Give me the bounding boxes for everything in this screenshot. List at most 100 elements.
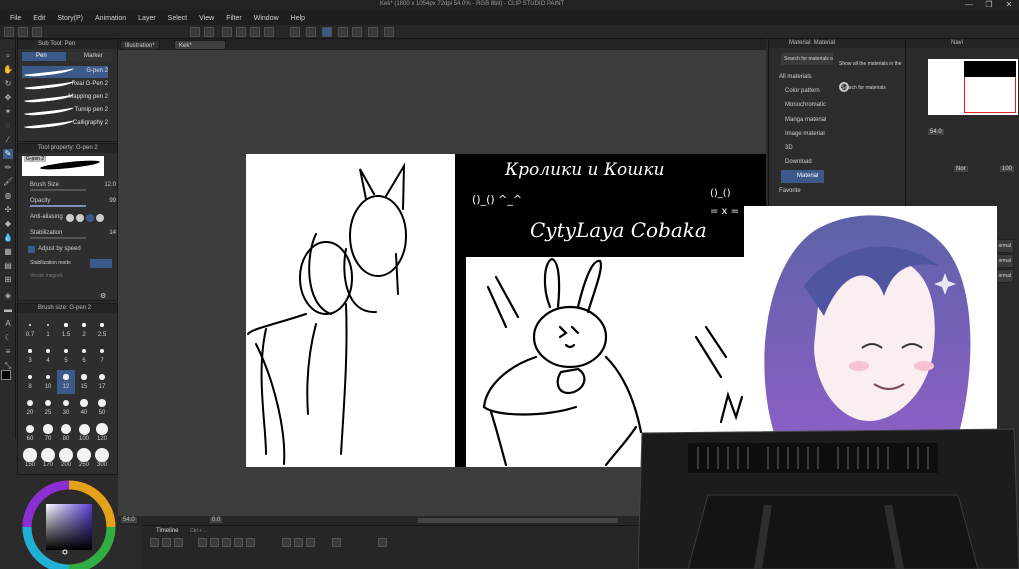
menu-filter[interactable]: Filter	[220, 15, 248, 22]
zoom-value[interactable]: 54.0	[121, 517, 137, 523]
stabilization-row[interactable]: Stabilization 14	[26, 228, 120, 240]
brush-size-option[interactable]: 25	[39, 396, 57, 420]
brush-item-turnip-pen[interactable]: Turnip pen 2	[22, 104, 108, 117]
pencil-icon[interactable]: ✏	[3, 163, 13, 173]
lasso-icon[interactable]: ◌	[3, 121, 13, 131]
snap-special-icon[interactable]	[338, 27, 348, 37]
tl-key-icon[interactable]	[378, 538, 387, 547]
brush-size-option[interactable]: 30	[57, 396, 75, 420]
menu-window[interactable]: Window	[248, 15, 285, 22]
brush-size-option[interactable]: 60	[21, 422, 39, 446]
tree-image-material[interactable]: Image material	[785, 128, 825, 141]
sketch-panel-left[interactable]	[246, 154, 455, 467]
brush-size-option[interactable]: 80	[57, 422, 75, 446]
brush-size-option[interactable]: 100	[75, 422, 93, 446]
tab-pen[interactable]: Pen	[22, 52, 66, 61]
brush-size-option[interactable]: 250	[75, 448, 93, 472]
brush-size-option[interactable]: 2	[75, 318, 93, 342]
brush-size-option[interactable]: 4	[39, 344, 57, 368]
tl-prev-icon[interactable]	[210, 538, 219, 547]
line-icon[interactable]: ≡	[3, 347, 13, 357]
save-icon[interactable]	[32, 27, 42, 37]
tree-3d[interactable]: 3D	[785, 142, 793, 155]
stabilization-mode-row[interactable]: Stabilization mode	[26, 258, 120, 270]
tree-favorite[interactable]: Favorite	[779, 185, 801, 198]
wand-icon[interactable]: ✶	[3, 107, 13, 117]
tab-kek[interactable]: Kek*	[174, 40, 226, 50]
tl-camera-icon[interactable]	[306, 538, 315, 547]
brush-size-option[interactable]: 10	[39, 370, 57, 394]
transform-icon[interactable]	[236, 27, 246, 37]
brush-size-option[interactable]: 17	[93, 370, 111, 394]
ruler-icon[interactable]: ⊞	[3, 275, 13, 285]
brush-size-option[interactable]: 1.5	[57, 318, 75, 342]
undo-icon[interactable]	[190, 27, 200, 37]
brush-icon[interactable]: 🖌	[3, 177, 13, 187]
show-all-materials[interactable]: Show all the materials in the	[839, 61, 902, 67]
open-icon[interactable]	[18, 27, 28, 37]
brush-size-option[interactable]: 170	[39, 448, 57, 472]
tl-onion-icon[interactable]	[282, 538, 291, 547]
vector-magnet-row[interactable]: Vector magnet	[26, 271, 120, 283]
brush-size-option[interactable]: 3	[21, 344, 39, 368]
brush-size-option[interactable]: 300	[93, 448, 111, 472]
menu-view[interactable]: View	[193, 15, 220, 22]
move-icon[interactable]: ✥	[3, 93, 13, 103]
layer-blend-mode[interactable]: Nor	[954, 166, 968, 172]
brush-size-option[interactable]: 7	[93, 344, 111, 368]
opacity-row[interactable]: Opacity 99	[26, 196, 120, 208]
eraser-icon[interactable]: ◆	[3, 219, 13, 229]
brush-item-g-pen[interactable]: G-pen 2	[22, 65, 108, 78]
eyedropper-icon[interactable]: ⁄	[3, 135, 13, 145]
brush-size-option[interactable]: 12	[57, 370, 75, 394]
airbrush-icon[interactable]: ◍	[3, 191, 13, 201]
snap-ruler-icon[interactable]	[322, 27, 332, 37]
brush-size-option[interactable]: 50	[93, 396, 111, 420]
tl-cel-icon[interactable]	[294, 538, 303, 547]
brush-size-option[interactable]: 70	[39, 422, 57, 446]
blend-icon[interactable]: 💧	[3, 233, 13, 243]
menu-file[interactable]: File	[4, 15, 27, 22]
navigator-zoom[interactable]: 54.0	[928, 129, 944, 135]
layer-icon[interactable]	[368, 27, 378, 37]
gradient-icon[interactable]: ▬	[3, 305, 13, 315]
brush-size-option[interactable]: 6	[75, 344, 93, 368]
tl-next-icon[interactable]	[234, 538, 243, 547]
layer-opacity[interactable]: 100	[1000, 166, 1015, 172]
selection-icon[interactable]	[264, 27, 274, 37]
fill-tool-icon[interactable]: ◈	[3, 291, 13, 301]
material-search-input[interactable]: Search for materials on A	[781, 53, 833, 65]
menu-edit[interactable]: Edit	[27, 15, 51, 22]
brush-size-option[interactable]: 150	[21, 448, 39, 472]
brush-size-option[interactable]: 20	[21, 396, 39, 420]
snap-grid-icon[interactable]	[352, 27, 362, 37]
maximize-icon[interactable]: ❐	[984, 1, 994, 9]
tl-delete-icon[interactable]	[174, 538, 183, 547]
fill-icon[interactable]	[250, 27, 260, 37]
brush-item-calligraphy[interactable]: Calligraphy 2	[22, 117, 108, 130]
menu-help[interactable]: Help	[285, 15, 311, 22]
tl-last-icon[interactable]	[246, 538, 255, 547]
deselect-icon[interactable]	[290, 27, 300, 37]
menu-animation[interactable]: Animation	[89, 15, 132, 22]
tl-copy-icon[interactable]	[162, 538, 171, 547]
brush-size-option[interactable]: 200	[57, 448, 75, 472]
tree-manga-material[interactable]: Manga material	[785, 114, 826, 127]
brush-size-option[interactable]: 15	[75, 370, 93, 394]
menu-story[interactable]: Story(P)	[51, 15, 89, 22]
figure-icon[interactable]: ▦	[3, 247, 13, 257]
balloon-icon[interactable]: ☾	[3, 333, 13, 343]
invert-icon[interactable]	[306, 27, 316, 37]
clear-icon[interactable]	[222, 27, 232, 37]
new-icon[interactable]	[4, 27, 14, 37]
brush-item-real-g-pen[interactable]: Real G-Pen 2	[22, 78, 108, 91]
adjust-by-speed-row[interactable]: Adjust by speed	[26, 244, 120, 256]
tree-monochromatic[interactable]: Monochromatic	[785, 99, 826, 112]
brush-size-option[interactable]: 40	[75, 396, 93, 420]
brush-item-mapping-pen[interactable]: Mapping pen 2	[22, 91, 108, 104]
minimize-icon[interactable]: —	[964, 1, 974, 9]
pen-icon[interactable]: ✎	[3, 149, 13, 159]
hand-icon[interactable]: ✋	[3, 65, 13, 75]
main-color-swatch[interactable]	[1, 370, 11, 380]
brush-size-option[interactable]: 0.7	[21, 318, 39, 342]
